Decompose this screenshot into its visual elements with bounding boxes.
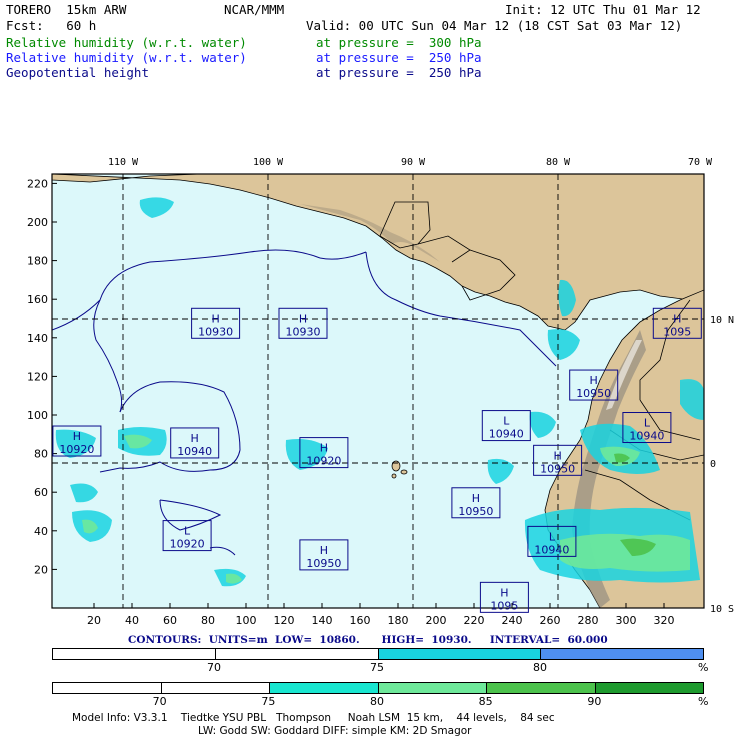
center-type: H — [299, 312, 307, 325]
center-type: H — [553, 449, 561, 462]
x-tick-label: 120 — [274, 614, 295, 627]
y-tick-label: 220 — [27, 177, 48, 190]
center-type: H — [500, 586, 508, 599]
center-type: L — [503, 415, 510, 428]
x-tick-label: 240 — [502, 614, 523, 627]
center-value: 10920 — [59, 443, 94, 456]
colorbar-label: 70 — [152, 695, 167, 708]
colorbar-rh-300 — [52, 682, 704, 694]
center-type: H — [73, 430, 81, 443]
center-value: 10940 — [489, 428, 524, 441]
x-tick-label: 80 — [201, 614, 215, 627]
x-tick-label: 200 — [426, 614, 447, 627]
colorbar-segment — [595, 683, 703, 693]
center-type: H — [320, 442, 328, 455]
center-value: 1095 — [490, 599, 518, 612]
y-tick-label: 20 — [34, 563, 48, 576]
center-type: H — [673, 312, 681, 325]
y-tick-label: 40 — [34, 525, 48, 538]
longitude-label: 100 W — [253, 157, 284, 168]
center-type: H — [320, 544, 328, 557]
y-tick-label: 80 — [34, 448, 48, 461]
center-type: L — [644, 417, 651, 430]
colorbar-segment — [53, 649, 216, 659]
contour-info: CONTOURS: UNITS=m LOW= 10860. HIGH= 1093… — [128, 634, 608, 646]
center-value: 10940 — [629, 430, 664, 443]
longitude-label: 80 W — [546, 157, 571, 168]
colorbar-label: 80 — [370, 695, 384, 708]
center-value: 10940 — [534, 543, 569, 556]
colorbar-unit: % — [698, 695, 709, 708]
x-tick-label: 220 — [464, 614, 485, 627]
y-tick-label: 160 — [27, 293, 48, 306]
colorbar-rh-250 — [52, 648, 704, 660]
colorbar-segment — [487, 683, 596, 693]
colorbar-segment — [161, 683, 270, 693]
y-tick-label: 100 — [27, 409, 48, 422]
y-tick-label: 140 — [27, 332, 48, 345]
y-tick-label: 120 — [27, 370, 48, 383]
longitude-label: 70 W — [688, 157, 713, 168]
colorbar-label: 70 — [207, 661, 221, 674]
x-tick-label: 260 — [540, 614, 561, 627]
center-type: H — [211, 312, 219, 325]
colorbar-unit: % — [698, 661, 709, 674]
center-value: 1095 — [663, 325, 691, 338]
x-tick-label: 300 — [616, 614, 637, 627]
x-tick-label: 20 — [87, 614, 101, 627]
center-value: 10930 — [286, 325, 321, 338]
center-type: H — [590, 374, 598, 387]
x-tick-label: 160 — [350, 614, 371, 627]
center-value: 10950 — [540, 462, 575, 475]
latitude-label: 10 S — [710, 604, 734, 615]
y-tick-label: 60 — [34, 486, 48, 499]
colorbar-rh-300-labels: 70 75 80 85 90% — [0, 695, 740, 709]
x-tick-label: 140 — [312, 614, 333, 627]
center-value: 10920 — [170, 538, 205, 551]
colorbar-segment — [541, 649, 703, 659]
colorbar-label: 90 — [587, 695, 602, 708]
center-type: H — [191, 432, 199, 445]
center-type: H — [472, 492, 480, 505]
model-info-line2: LW: Godd SW: Goddard DIFF: simple KM: 2D… — [198, 725, 472, 737]
colorbar-segment — [378, 649, 542, 659]
longitude-label: 90 W — [401, 157, 426, 168]
colorbar-label: 80 — [533, 661, 547, 674]
longitude-label: 110 W — [108, 157, 139, 168]
x-tick-label: 280 — [578, 614, 599, 627]
center-value: 10930 — [198, 325, 233, 338]
center-value: 10950 — [576, 387, 611, 400]
center-type: L — [549, 530, 556, 543]
latitude-label: 10 N — [710, 315, 734, 326]
x-tick-label: 40 — [125, 614, 139, 627]
latitude-label: 0 — [710, 459, 716, 470]
center-value: 10920 — [306, 455, 341, 468]
colorbar-rh-250-labels: 70 75 80% — [0, 661, 740, 675]
x-tick-label: 100 — [236, 614, 257, 627]
y-tick-label: 180 — [27, 255, 48, 268]
center-value: 10950 — [306, 557, 341, 570]
colorbar-segment — [53, 683, 162, 693]
colorbar-segment — [215, 649, 379, 659]
colorbar-label: 85 — [478, 695, 493, 708]
x-tick-label: 320 — [654, 614, 675, 627]
x-tick-label: 60 — [163, 614, 177, 627]
x-tick-label: 180 — [388, 614, 409, 627]
colorbar-label: 75 — [370, 661, 384, 674]
center-value: 10940 — [177, 445, 212, 458]
center-value: 10950 — [458, 505, 493, 518]
weather-map: 220 200 180 160 140 120 100 80 60 40 20 20 40 60 80 100… — [27, 157, 734, 627]
colorbar-label: 75 — [261, 695, 276, 708]
colorbar-segment — [378, 683, 487, 693]
y-tick-label: 200 — [27, 216, 48, 229]
model-info-line1: Model Info: V3.3.1 Tiedtke YSU PBL Thomp… — [72, 712, 555, 724]
colorbar-segment — [270, 683, 379, 693]
center-type: L — [184, 525, 191, 538]
